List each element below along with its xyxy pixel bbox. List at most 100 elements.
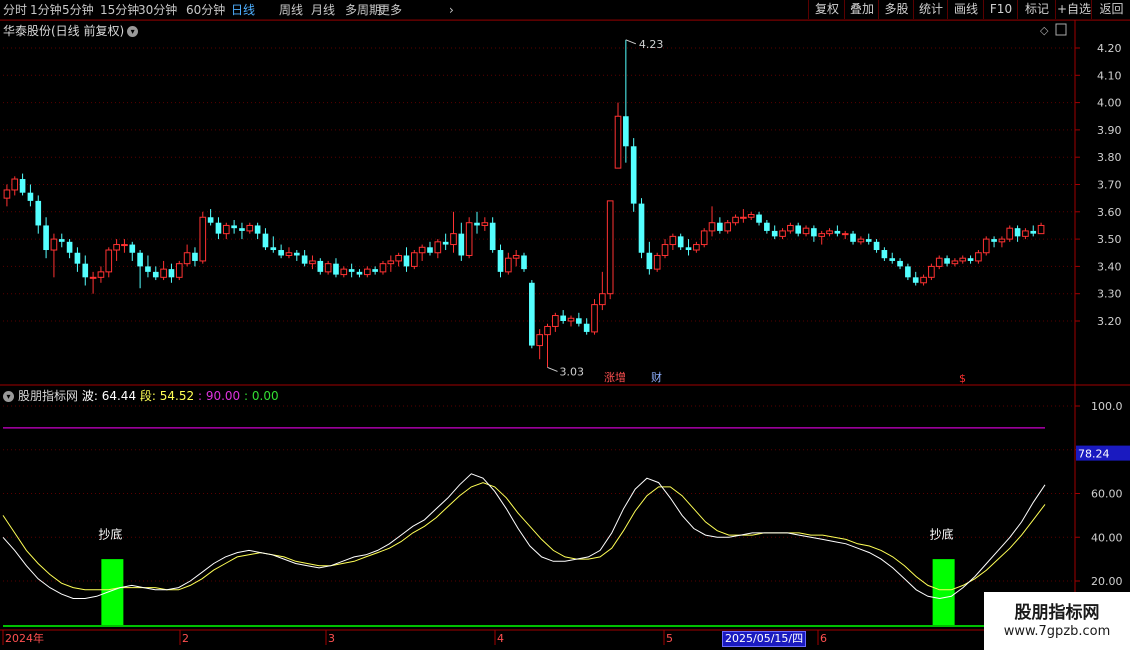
toolbar-action-7[interactable]: +自选 — [1055, 0, 1092, 19]
indicator-header: ▾ 股朋指标网 波: 64.44 段: 54.52 : 90.00 : 0.00 — [3, 387, 279, 404]
time-label-0: 2024年 — [5, 631, 44, 645]
candle — [66, 239, 73, 259]
candle — [630, 138, 637, 212]
candle — [293, 250, 300, 261]
candle — [685, 239, 692, 256]
toolbar-action-5[interactable]: F10 — [983, 0, 1018, 19]
candle — [74, 247, 81, 272]
candle — [982, 236, 990, 256]
period-tab-3[interactable]: 15分钟 — [100, 2, 139, 18]
candle — [717, 217, 723, 234]
toolbar-action-3[interactable]: 统计 — [913, 0, 948, 19]
candle — [975, 250, 982, 264]
candle — [567, 315, 575, 327]
candle — [434, 239, 442, 259]
seg-value: 54.52 — [159, 389, 195, 403]
toolbar-action-0[interactable]: 复权 — [808, 0, 845, 19]
period-tab-9[interactable]: 多周期 — [345, 2, 381, 18]
period-tab-0[interactable]: 分时 — [3, 2, 27, 18]
signal-label: 抄底 — [98, 526, 122, 541]
candle — [481, 217, 489, 231]
toolbar-action-8[interactable]: 返回 — [1091, 0, 1130, 19]
candle — [646, 241, 653, 275]
stock-chart[interactable]: 抄底 抄底 4.20 4.10 4.00 3.90 3.80 3.70 3.60 3.50 3.4… — [0, 0, 1130, 650]
candle — [50, 233, 58, 278]
candle — [818, 230, 826, 245]
candle — [967, 255, 974, 264]
price-tick-8: 3.40 — [1097, 260, 1122, 273]
price-tick-9: 3.30 — [1097, 288, 1122, 301]
event-marker-dollar[interactable]: $ — [959, 372, 966, 385]
candle — [458, 222, 465, 261]
candle — [505, 252, 512, 275]
period-tab-5[interactable]: 60分钟 — [186, 2, 225, 18]
signal-bar — [932, 559, 955, 625]
panel-icon[interactable] — [1055, 23, 1067, 36]
event-marker-finance[interactable]: 财 — [651, 370, 662, 384]
indicator-tick-3: 40.00 — [1091, 531, 1123, 544]
event-marker-limitup[interactable]: 涨增 — [604, 370, 626, 384]
candle — [35, 195, 42, 234]
candle — [254, 222, 261, 240]
diamond-icon[interactable]: ◇ — [1040, 24, 1049, 37]
period-tab-10[interactable]: 更多 — [378, 2, 402, 18]
candle — [560, 310, 566, 324]
grid-layer — [0, 19, 1130, 631]
stock-title-text: 华泰股份(日线 前复权) — [3, 24, 125, 38]
watermark-line1: 股朋指标网 — [1014, 603, 1100, 623]
candle — [591, 299, 598, 335]
candle — [317, 258, 324, 275]
candle — [661, 239, 669, 259]
toolbar-action-6[interactable]: 标记 — [1017, 0, 1056, 19]
period-tab-4[interactable]: 30分钟 — [138, 2, 177, 18]
candle — [614, 102, 622, 169]
candle — [474, 211, 480, 234]
wave-line — [2, 473, 1046, 600]
candle — [372, 266, 378, 275]
candle — [1022, 228, 1029, 240]
candle — [410, 250, 418, 270]
price-tick-1: 4.10 — [1097, 69, 1122, 82]
candle — [27, 184, 34, 207]
candle — [340, 266, 348, 278]
wave-label: 波: — [81, 389, 98, 403]
price-tick-6: 3.60 — [1097, 206, 1122, 219]
candle — [552, 312, 559, 332]
candle — [207, 209, 214, 226]
time-label-1: 2 — [182, 632, 189, 645]
toolbar-action-1[interactable]: 叠加 — [844, 0, 879, 19]
current-date-box: 2025/05/15/四 — [722, 631, 807, 647]
seg-label: 段: — [139, 389, 156, 403]
period-tab-7[interactable]: 周线 — [279, 2, 303, 18]
indicator-layer: 抄底 抄底 — [2, 427, 1046, 627]
chevron-down-icon[interactable]: ▾ — [3, 391, 14, 402]
candle — [787, 222, 794, 234]
candle — [160, 260, 167, 281]
candle — [841, 230, 849, 240]
indicator-tick-4: 20.00 — [1091, 575, 1123, 588]
chevron-right-icon[interactable]: › — [449, 2, 454, 18]
candle — [1037, 222, 1045, 235]
toolbar-action-4[interactable]: 画线 — [947, 0, 984, 19]
watermark-logo: 股朋指标网 www.7gpzb.com — [984, 592, 1130, 650]
candle — [183, 244, 191, 267]
period-tab-8[interactable]: 月线 — [311, 2, 335, 18]
signal-label: 抄底 — [930, 526, 954, 541]
time-label-4: 5 — [666, 632, 673, 645]
candle — [450, 211, 457, 253]
indicator-tick-0: 100.0 — [1091, 400, 1123, 413]
toolbar-action-2[interactable]: 多股 — [878, 0, 914, 19]
candle — [732, 214, 739, 226]
current-value-tag — [1076, 445, 1130, 461]
period-tab-1[interactable]: 1分钟 — [30, 2, 62, 18]
candle — [129, 241, 136, 261]
candle — [740, 209, 747, 223]
candle — [959, 255, 967, 264]
price-tick-2: 4.00 — [1097, 97, 1122, 110]
axes-layer: 4.20 4.10 4.00 3.90 3.80 3.70 3.60 3.50 3.40 3.30… — [2, 23, 1130, 645]
chevron-down-icon[interactable]: ▾ — [127, 26, 139, 37]
candle — [850, 230, 856, 245]
period-tab-2[interactable]: 5分钟 — [62, 2, 94, 18]
period-tab-6[interactable]: 日线 — [231, 2, 255, 18]
candle — [708, 206, 716, 237]
